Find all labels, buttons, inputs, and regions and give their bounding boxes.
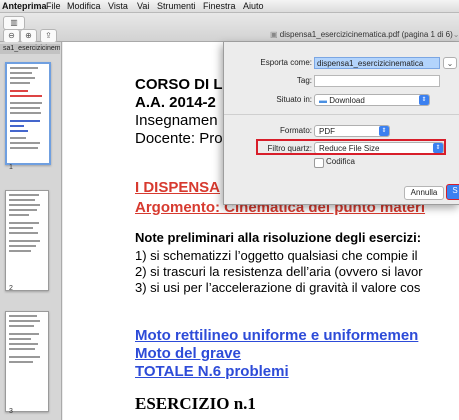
location-label: Situato in:: [276, 95, 312, 104]
menu-file[interactable]: File: [46, 0, 61, 12]
pdf-file-icon: ▣: [270, 30, 280, 39]
menu-strumenti[interactable]: Strumenti: [157, 0, 196, 12]
doc-exercise-title: ESERCIZIO n.1: [135, 394, 256, 413]
zoom-out-icon: ⊖: [8, 31, 15, 40]
zoom-in-icon: ⊕: [25, 31, 32, 40]
doc-link-moto-grave[interactable]: Moto del grave: [135, 345, 241, 362]
share-button[interactable]: ⇪: [40, 29, 57, 43]
export-dialog: Esporta come: dispensa1_esercizicinemati…: [223, 42, 459, 205]
menu-bar: Anteprima File Modifica Vista Vai Strume…: [0, 0, 459, 13]
thumbnail-sidebar[interactable]: sa1_esercizicinema 1 2 3: [0, 42, 62, 420]
tags-field[interactable]: [314, 75, 440, 87]
share-icon: ⇪: [45, 31, 52, 40]
page-thumbnail-2[interactable]: [5, 190, 49, 291]
cancel-button[interactable]: Annulla: [404, 186, 444, 200]
encrypt-label: Codifica: [326, 157, 355, 166]
doc-link-moto-rettilineo[interactable]: Moto rettilineo uniforme e uniformemen: [135, 327, 418, 344]
window-title: ▣ dispensa1_esercizicinematica.pdf (pagi…: [270, 30, 459, 39]
doc-notes-title: Note preliminari alla risoluzione degli …: [135, 230, 422, 245]
save-button[interactable]: S: [446, 184, 459, 200]
format-label: Formato:: [279, 126, 312, 135]
doc-link-totale[interactable]: TOTALE N.6 problemi: [135, 363, 289, 380]
tags-label: Tag:: [296, 76, 312, 85]
page-number-3: 3: [9, 408, 13, 415]
expand-button[interactable]: ⌄: [443, 57, 457, 69]
doc-course-title: CORSO DI L: [135, 76, 223, 93]
sidebar-toggle-button[interactable]: ▥: [3, 16, 25, 30]
menu-vista[interactable]: Vista: [108, 0, 128, 12]
quartz-filter-highlight: [256, 139, 446, 155]
sidebar-icon: ▥: [10, 18, 18, 27]
doc-note-1: 1) si schematizzi l’oggetto qualsiasi ch…: [135, 248, 418, 263]
doc-academic-year: A.A. 2014-2: [135, 94, 216, 111]
menu-aiuto[interactable]: Aiuto: [243, 0, 264, 12]
page-thumbnail-1[interactable]: [5, 62, 51, 165]
title-menu-icon[interactable]: ⌄: [453, 30, 459, 39]
export-as-field[interactable]: dispensa1_esercizicinematica: [314, 57, 440, 69]
doc-note-3: 3) si usi per l’accelerazione di gravità…: [135, 280, 421, 295]
menu-vai[interactable]: Vai: [137, 0, 149, 12]
zoom-out-button[interactable]: ⊖: [3, 29, 20, 43]
encrypt-checkbox[interactable]: [314, 158, 324, 168]
page-number-1: 1: [9, 164, 13, 171]
location-stepper-icon: ⇕: [419, 95, 429, 105]
export-as-label: Esporta come:: [260, 58, 312, 67]
chevron-down-icon: ⌄: [446, 59, 454, 68]
sidebar-document-tab[interactable]: sa1_esercizicinema: [0, 44, 60, 54]
dialog-separator: [224, 114, 459, 115]
menu-finestra[interactable]: Finestra: [203, 0, 236, 12]
format-stepper-icon: ⇕: [379, 126, 389, 136]
doc-subject: Insegnamen: [135, 112, 218, 129]
page-number-2: 2: [9, 285, 13, 292]
page-thumbnail-3[interactable]: [5, 311, 49, 412]
folder-icon: ▬: [319, 96, 330, 105]
window-toolbar: ▥ ⊖ ⊕ ⇪ ▣ dispensa1_esercizicinematica.p…: [0, 13, 459, 43]
doc-note-2: 2) si trascuri la resistenza dell’aria (…: [135, 264, 423, 279]
doc-heading-dispensa: I DISPENSA: [135, 179, 221, 196]
menu-app-name[interactable]: Anteprima: [2, 0, 47, 12]
menu-modifica[interactable]: Modifica: [67, 0, 101, 12]
location-select[interactable]: ▬ Download ⇕: [314, 94, 430, 106]
zoom-in-button[interactable]: ⊕: [20, 29, 37, 43]
format-select[interactable]: PDF ⇕: [314, 125, 390, 137]
doc-teacher: Docente: Pro: [135, 130, 223, 147]
